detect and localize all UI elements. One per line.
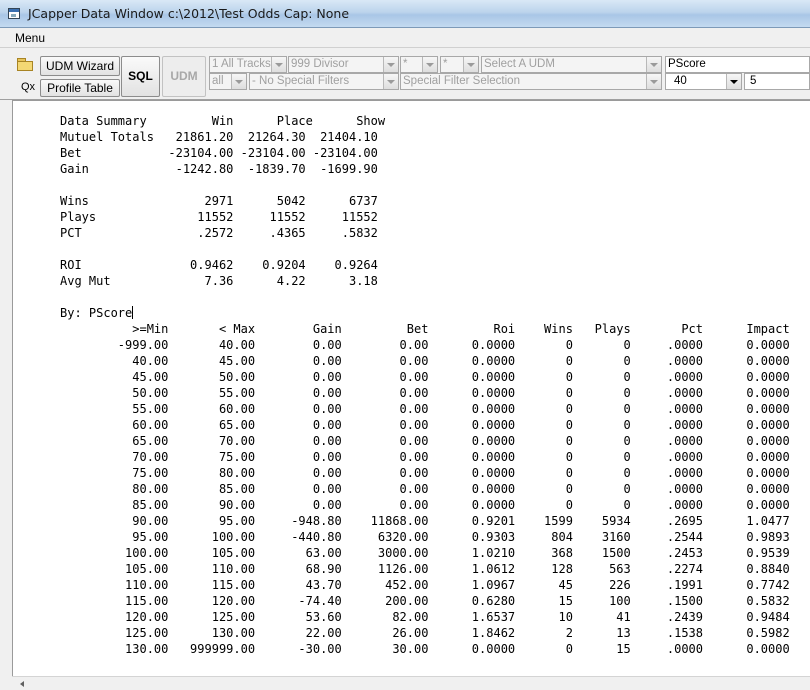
- summary-line: ROI 0.9462 0.9204 0.9264: [60, 258, 378, 272]
- table-row: 65.00 70.00 0.00 0.00 0.0000 0 0 .0000 0…: [132, 434, 790, 448]
- report-text: Data Summary Win Place Show Mutuel Total…: [60, 113, 790, 657]
- table-row: -999.00 40.00 0.00 0.00 0.0000 0 0 .0000…: [117, 338, 790, 352]
- folder-icon[interactable]: [17, 58, 33, 71]
- by-label: By: PScore: [60, 306, 133, 320]
- app-window-icon: [8, 8, 20, 19]
- window-title: JCapper Data Window c:\2012\Test Odds Ca…: [28, 6, 350, 21]
- udm-wizard-button[interactable]: UDM Wizard: [40, 56, 120, 76]
- chevron-down-icon[interactable]: [383, 57, 398, 72]
- report-text-area[interactable]: Data Summary Win Place Show Mutuel Total…: [12, 100, 810, 676]
- chevron-down-icon[interactable]: [383, 74, 398, 89]
- summary-line: Bet -23104.00 -23104.00 -23104.00: [60, 146, 378, 160]
- table-row: 40.00 45.00 0.00 0.00 0.0000 0 0 .0000 0…: [132, 354, 790, 368]
- special-filters-dropdown[interactable]: - No Special Filters: [249, 73, 399, 90]
- chevron-down-icon[interactable]: [231, 74, 246, 89]
- table-row: 95.00 100.00 -440.80 6320.00 0.9303 804 …: [132, 530, 790, 544]
- chevron-down-icon[interactable]: [646, 74, 661, 89]
- chevron-down-icon[interactable]: [646, 57, 661, 72]
- divisor-dropdown-value: 999 Divisor: [291, 58, 349, 70]
- table-row: 75.00 80.00 0.00 0.00 0.0000 0 0 .0000 0…: [132, 466, 790, 480]
- rows-dropdown-value: 40: [674, 75, 687, 87]
- rows-dropdown[interactable]: 40: [665, 73, 742, 90]
- filter-a-dropdown[interactable]: *: [400, 56, 438, 73]
- tracks-dropdown[interactable]: 1 All Tracks: [209, 56, 287, 73]
- table-row: 50.00 55.00 0.00 0.00 0.0000 0 0 .0000 0…: [132, 386, 790, 400]
- summary-line: Gain -1242.80 -1839.70 -1699.90: [60, 162, 378, 176]
- title-bar: JCapper Data Window c:\2012\Test Odds Ca…: [0, 0, 810, 28]
- udm-button[interactable]: UDM: [162, 56, 206, 97]
- step-input-value: 5: [750, 75, 757, 87]
- table-row: 85.00 90.00 0.00 0.00 0.0000 0 0 .0000 0…: [132, 498, 790, 512]
- filter-b-dropdown[interactable]: *: [440, 56, 479, 73]
- all-dropdown[interactable]: all: [209, 73, 247, 90]
- table-row: 110.00 115.00 43.70 452.00 1.0967 45 226…: [125, 578, 790, 592]
- table-row: 70.00 75.00 0.00 0.00 0.0000 0 0 .0000 0…: [132, 450, 790, 464]
- chevron-down-icon[interactable]: [463, 57, 478, 72]
- scroll-left-arrow-icon[interactable]: [20, 681, 24, 687]
- qx-button[interactable]: Qx: [21, 81, 35, 93]
- summary-line: Data Summary Win Place Show: [60, 114, 386, 128]
- table-row: 125.00 130.00 22.00 26.00 1.8462 2 13 .1…: [125, 626, 790, 640]
- special-filter-selection-value: Special Filter Selection: [403, 75, 520, 87]
- all-dropdown-value: all: [212, 75, 224, 87]
- table-header: >=Min < Max Gain Bet Roi Wins Plays Pct …: [60, 322, 790, 336]
- summary-line: PCT .2572 .4365 .5832: [60, 226, 378, 240]
- table-row: 90.00 95.00 -948.80 11868.00 0.9201 1599…: [132, 514, 790, 528]
- chevron-down-icon[interactable]: [271, 57, 286, 72]
- filter-b-dropdown-value: *: [443, 58, 448, 70]
- table-row: 120.00 125.00 53.60 82.00 1.6537 10 41 .…: [125, 610, 790, 624]
- udm-select-dropdown-value: Select A UDM: [484, 58, 555, 70]
- table-row: 105.00 110.00 68.90 1126.00 1.0612 128 5…: [125, 562, 790, 576]
- table-row: 45.00 50.00 0.00 0.00 0.0000 0 0 .0000 0…: [132, 370, 790, 384]
- chevron-down-icon[interactable]: [422, 57, 437, 72]
- divisor-dropdown[interactable]: 999 Divisor: [288, 56, 399, 73]
- profile-table-button[interactable]: Profile Table: [40, 79, 120, 97]
- table-row: 60.00 65.00 0.00 0.00 0.0000 0 0 .0000 0…: [132, 418, 790, 432]
- chevron-down-icon[interactable]: [726, 74, 741, 89]
- table-row: 80.00 85.00 0.00 0.00 0.0000 0 0 .0000 0…: [132, 482, 790, 496]
- filter-a-dropdown-value: *: [403, 58, 408, 70]
- menu-item-menu[interactable]: Menu: [15, 31, 45, 45]
- table-body: -999.00 40.00 0.00 0.00 0.0000 0 0 .0000…: [60, 338, 790, 656]
- factor-dropdown[interactable]: PScore: [665, 56, 810, 73]
- left-frame: [0, 100, 12, 690]
- toolbar: Qx UDM Wizard Profile Table SQL UDM 1 Al…: [0, 48, 810, 100]
- sql-button[interactable]: SQL: [121, 56, 160, 97]
- special-filter-selection-dropdown[interactable]: Special Filter Selection: [400, 73, 662, 90]
- step-input[interactable]: 5: [744, 73, 810, 90]
- udm-select-dropdown[interactable]: Select A UDM: [481, 56, 662, 73]
- horizontal-scrollbar[interactable]: [12, 676, 810, 690]
- factor-dropdown-value: PScore: [668, 58, 706, 70]
- tracks-dropdown-value: 1 All Tracks: [212, 58, 271, 70]
- text-caret: [132, 306, 134, 319]
- summary-line: Mutuel Totals 21861.20 21264.30 21404.10: [60, 130, 378, 144]
- summary-line: Plays 11552 11552 11552: [60, 210, 378, 224]
- table-row: 115.00 120.00 -74.40 200.00 0.6280 15 10…: [125, 594, 790, 608]
- table-row: 130.00 999999.00 -30.00 30.00 0.0000 0 1…: [60, 642, 790, 656]
- menu-bar: Menu: [0, 28, 810, 48]
- summary-line: Avg Mut 7.36 4.22 3.18: [60, 274, 378, 288]
- special-filters-dropdown-value: - No Special Filters: [252, 75, 350, 87]
- summary-block: Data Summary Win Place Show Mutuel Total…: [60, 114, 385, 288]
- table-row: 55.00 60.00 0.00 0.00 0.0000 0 0 .0000 0…: [132, 402, 790, 416]
- summary-line: Wins 2971 5042 6737: [60, 194, 378, 208]
- table-row: 100.00 105.00 63.00 3000.00 1.0210 368 1…: [125, 546, 790, 560]
